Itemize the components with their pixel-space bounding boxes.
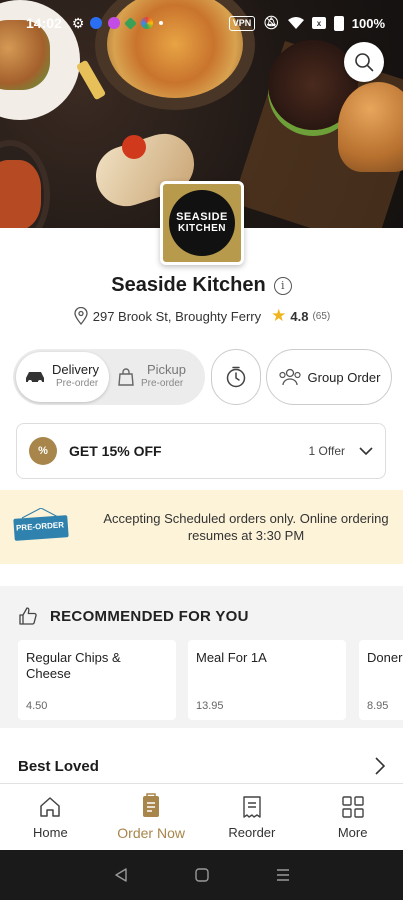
- nav-more[interactable]: More: [302, 784, 403, 850]
- shopping-bag-icon: [118, 368, 134, 386]
- item-name: Meal For 1A: [196, 650, 267, 665]
- clock-icon: [226, 366, 246, 388]
- item-name: Doner: [367, 650, 403, 665]
- status-bar: 14:02 ⚙ VPN 🔕︎ x 100%: [0, 0, 403, 46]
- pickup-sublabel: Pre-order: [141, 378, 184, 389]
- mute-icon: 🔕︎: [263, 15, 280, 30]
- delivery-label: Delivery: [52, 362, 99, 377]
- home-icon: [40, 796, 61, 817]
- app-notification-icon: [124, 16, 138, 30]
- item-name: Regular Chips & Cheese: [26, 650, 121, 681]
- schedule-time-button[interactable]: [211, 349, 261, 405]
- restaurant-name: Seaside Kitchen: [111, 274, 266, 296]
- thumbs-up-icon: [19, 607, 37, 625]
- recommended-item-card[interactable]: Regular Chips & Cheese 4.50: [18, 640, 176, 720]
- recommended-section: RECOMMENDED FOR YOU Regular Chips & Chee…: [0, 586, 403, 728]
- battery-icon: [333, 15, 344, 31]
- chevron-right-icon: [375, 757, 385, 775]
- search-button[interactable]: [344, 42, 384, 82]
- nav-reorder[interactable]: Reorder: [202, 784, 303, 850]
- gear-icon: ⚙: [71, 14, 85, 31]
- wifi-icon: [287, 16, 304, 29]
- item-price: 8.95: [367, 700, 389, 712]
- recommended-title: RECOMMENDED FOR YOU: [50, 607, 249, 625]
- nav-home[interactable]: Home: [0, 784, 101, 850]
- bottom-navigation: Home Order Now Reorder More: [0, 783, 403, 850]
- order-bag-icon: [143, 793, 160, 817]
- vpn-icon: VPN: [228, 15, 256, 31]
- schedule-notice-banner: PRE-ORDER Accepting Scheduled orders onl…: [0, 490, 403, 564]
- search-icon: [355, 53, 374, 72]
- group-order-button[interactable]: Group Order: [266, 349, 392, 405]
- recommended-item-card[interactable]: Doner 8.95: [359, 640, 403, 720]
- item-price: 4.50: [26, 700, 48, 712]
- rating-count: (65): [312, 310, 331, 322]
- item-price: 13.95: [196, 700, 224, 712]
- status-time: 14:02: [26, 15, 62, 31]
- more-notifications-dot: [159, 21, 164, 25]
- signal-icon: x: [311, 17, 326, 29]
- chevron-down-icon: [359, 446, 373, 455]
- nav-label: Home: [33, 824, 68, 840]
- car-icon: [26, 372, 44, 384]
- nav-label: Reorder: [228, 824, 276, 840]
- restaurant-logo: SEASIDE KITCHEN: [160, 181, 244, 265]
- notice-text: Accepting Scheduled orders only. Online …: [103, 511, 389, 543]
- offer-card[interactable]: % GET 15% OFF 1 Offer: [16, 423, 386, 479]
- location-pin-icon: [74, 307, 88, 325]
- chrome-icon: [141, 17, 154, 29]
- rating-value: 4.8: [290, 308, 309, 324]
- recommended-item-card[interactable]: Meal For 1A 13.95: [188, 640, 346, 720]
- pickup-label: Pickup: [147, 362, 187, 377]
- system-navigation-bar: [0, 850, 403, 900]
- home-button-icon[interactable]: [194, 868, 209, 882]
- offer-count: 1 Offer: [308, 444, 345, 458]
- receipt-icon: [243, 795, 261, 818]
- best-loved-header[interactable]: Best Loved: [0, 748, 403, 784]
- star-icon: ★: [271, 306, 287, 325]
- nav-label: Order Now: [117, 825, 185, 841]
- pickup-option[interactable]: Pickup Pre-order: [109, 352, 202, 402]
- order-mode-toggle: Delivery Pre-order Pickup Pre-order: [13, 349, 205, 405]
- group-order-label: Group Order: [307, 369, 381, 385]
- offer-title: GET 15% OFF: [69, 443, 162, 459]
- nav-label: More: [337, 824, 368, 840]
- delivery-option[interactable]: Delivery Pre-order: [16, 352, 109, 402]
- recents-icon[interactable]: [276, 868, 290, 882]
- delivery-sublabel: Pre-order: [56, 378, 99, 389]
- back-icon[interactable]: [114, 868, 128, 882]
- svg-text:x: x: [317, 19, 322, 28]
- battery-percent: 100%: [351, 15, 385, 31]
- restaurant-address: 297 Brook St, Broughty Ferry: [92, 308, 262, 324]
- best-loved-title: Best Loved: [18, 757, 99, 775]
- app-notification-icon: [90, 17, 103, 29]
- info-icon[interactable]: i: [273, 276, 292, 295]
- discount-badge-icon: %: [29, 437, 57, 465]
- app-notification-icon: [108, 17, 121, 29]
- restaurant-address-row: 297 Brook St, Broughty Ferry ★ 4.8 (65): [0, 306, 403, 326]
- nav-order-now[interactable]: Order Now: [101, 784, 202, 850]
- notification-icons: ⚙: [72, 15, 164, 32]
- grid-icon: [341, 795, 364, 818]
- group-icon: [278, 368, 301, 386]
